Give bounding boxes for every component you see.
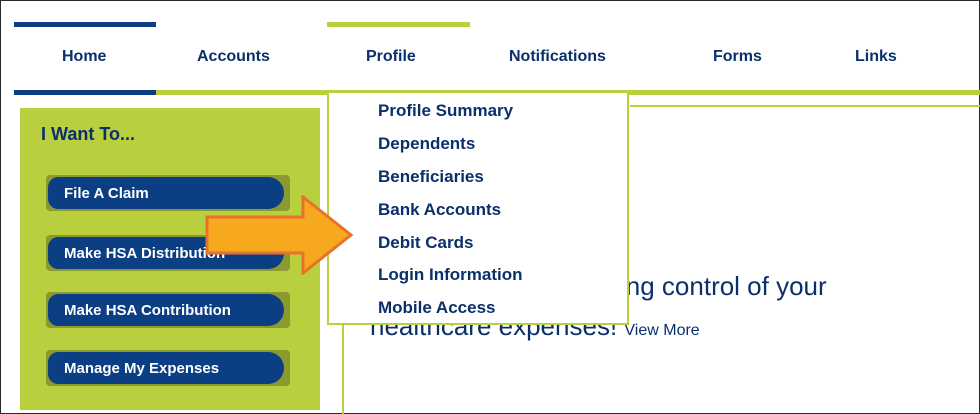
view-more-link[interactable]: View More	[624, 322, 699, 339]
top-nav: Home Accounts Profile Notifications Form…	[0, 0, 980, 95]
nav-forms[interactable]: Forms	[713, 48, 762, 66]
callout-arrow-icon	[205, 195, 354, 275]
profile-dropdown-menu: Profile Summary Dependents Beneficiaries…	[327, 93, 629, 325]
menu-beneficiaries[interactable]: Beneficiaries	[378, 167, 484, 187]
panel-title: I Want To...	[41, 124, 135, 144]
manage-expenses-button[interactable]: Manage My Expenses	[46, 350, 290, 386]
nav-rule-blue	[14, 90, 156, 95]
menu-debit-cards[interactable]: Debit Cards	[378, 233, 473, 253]
nav-links[interactable]: Links	[855, 48, 897, 66]
make-hsa-contribution-button[interactable]: Make HSA Contribution	[46, 292, 290, 328]
menu-login-information[interactable]: Login Information	[378, 265, 522, 285]
welcome-text-line1: king control of your	[607, 271, 827, 301]
nav-notifications[interactable]: Notifications	[509, 48, 606, 66]
menu-profile-summary[interactable]: Profile Summary	[378, 101, 513, 121]
menu-dependents[interactable]: Dependents	[378, 134, 475, 154]
make-hsa-contribution-label: Make HSA Contribution	[48, 294, 284, 326]
nav-home[interactable]: Home	[62, 48, 106, 66]
content-top-rule	[630, 105, 980, 107]
menu-mobile-access[interactable]: Mobile Access	[378, 298, 495, 318]
nav-profile[interactable]: Profile	[366, 48, 416, 66]
nav-accounts[interactable]: Accounts	[197, 48, 270, 66]
home-tab-indicator	[14, 22, 156, 27]
profile-tab-indicator	[327, 22, 470, 27]
manage-expenses-label: Manage My Expenses	[48, 352, 284, 384]
menu-bank-accounts[interactable]: Bank Accounts	[378, 200, 501, 220]
